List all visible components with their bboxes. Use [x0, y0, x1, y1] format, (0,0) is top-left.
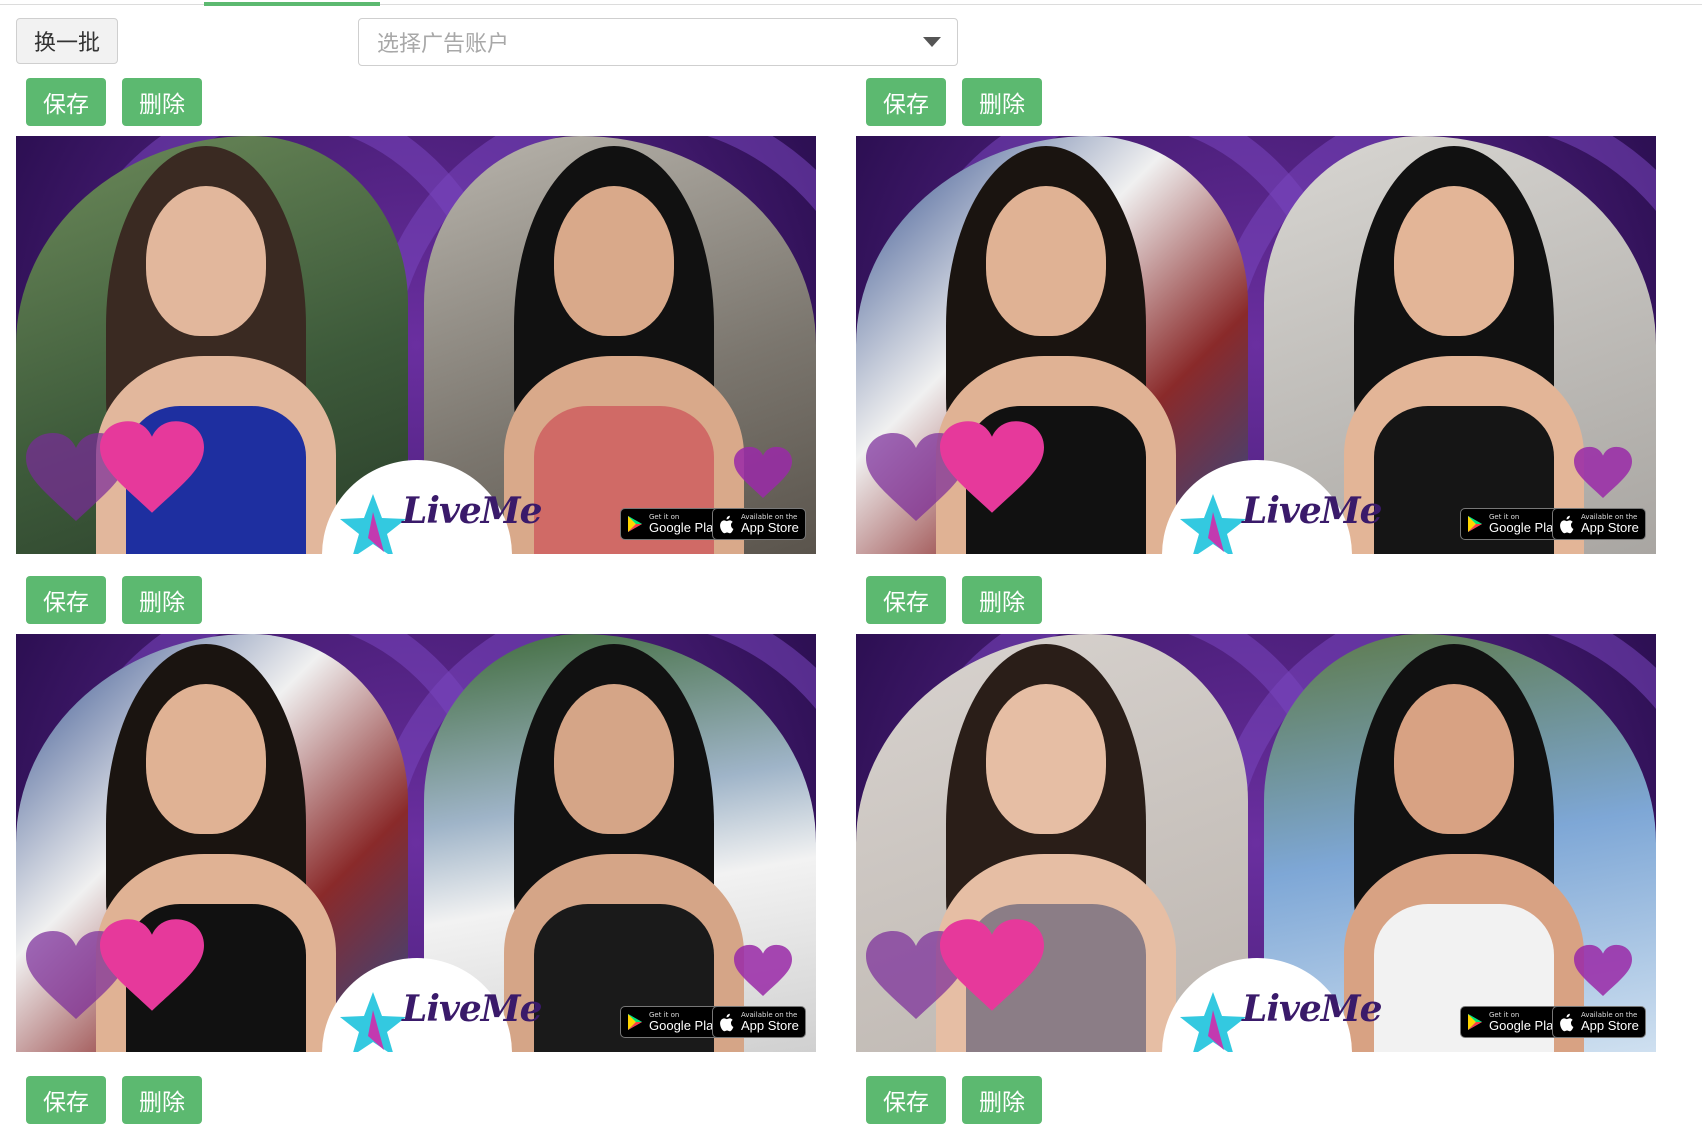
google-play-icon — [625, 1012, 645, 1032]
ad-creative: LiveMe Get it on Google Play Available on… — [856, 634, 1656, 1052]
photo-face — [986, 186, 1106, 336]
apple-icon — [1557, 1012, 1577, 1032]
google-badge-title: Google Play — [649, 520, 720, 535]
photo-face — [554, 186, 674, 336]
ad-creative: LiveMe Get it on Google Play Available on… — [16, 634, 816, 1052]
brand-logo-text: LiveMe — [402, 988, 543, 1030]
heart-icon — [940, 418, 1044, 518]
apple-badge-title: App Store — [1581, 520, 1639, 535]
save-button[interactable]: 保存 — [26, 576, 106, 624]
heart-icon — [734, 446, 792, 500]
ad-account-select[interactable]: 选择广告账户 — [358, 18, 958, 66]
google-badge-title: Google Play — [1489, 520, 1560, 535]
apple-icon — [717, 514, 737, 534]
brand-logo-text: LiveMe — [1242, 988, 1383, 1030]
photo-face — [1394, 684, 1514, 834]
delete-button[interactable]: 删除 — [962, 1076, 1042, 1124]
photo-face — [146, 186, 266, 336]
apple-icon — [1557, 514, 1577, 534]
google-play-icon — [1465, 514, 1485, 534]
save-button[interactable]: 保存 — [26, 1076, 106, 1124]
ad-creative: LiveMe Get it on Google Play Available on… — [16, 136, 816, 554]
ad-account-select-placeholder: 选择广告账户 — [377, 32, 510, 57]
apple-badge-title: App Store — [741, 520, 799, 535]
apple-icon — [717, 1012, 737, 1032]
apple-badge-title: App Store — [741, 1018, 799, 1033]
chevron-down-icon — [923, 37, 941, 47]
photo-face — [554, 684, 674, 834]
refresh-batch-button[interactable]: 换一批 — [16, 18, 118, 64]
google-play-badge[interactable]: Get it on Google Play — [620, 1006, 727, 1038]
google-play-badge[interactable]: Get it on Google Play — [1460, 1006, 1567, 1038]
delete-button[interactable]: 删除 — [962, 78, 1042, 126]
delete-button[interactable]: 删除 — [122, 1076, 202, 1124]
delete-button[interactable]: 删除 — [962, 576, 1042, 624]
star-icon — [1178, 990, 1248, 1052]
save-button[interactable]: 保存 — [866, 1076, 946, 1124]
app-store-badge[interactable]: Available on the App Store — [712, 508, 806, 540]
star-icon — [338, 492, 408, 554]
google-play-icon — [1465, 1012, 1485, 1032]
google-play-badge[interactable]: Get it on Google Play — [1460, 508, 1567, 540]
heart-icon — [1574, 446, 1632, 500]
heart-icon — [100, 916, 204, 1016]
google-play-icon — [625, 514, 645, 534]
save-button[interactable]: 保存 — [866, 78, 946, 126]
photo-face — [986, 684, 1106, 834]
brand-logo-text: LiveMe — [1242, 490, 1383, 532]
google-badge-title: Google Play — [649, 1018, 720, 1033]
brand-logo-text: LiveMe — [402, 490, 543, 532]
heart-icon — [100, 418, 204, 518]
app-store-badge[interactable]: Available on the App Store — [712, 1006, 806, 1038]
active-tab-indicator — [204, 2, 380, 6]
star-icon — [338, 990, 408, 1052]
save-button[interactable]: 保存 — [866, 576, 946, 624]
delete-button[interactable]: 删除 — [122, 78, 202, 126]
google-badge-title: Google Play — [1489, 1018, 1560, 1033]
photo-face — [1394, 186, 1514, 336]
heart-icon — [734, 944, 792, 998]
apple-badge-title: App Store — [1581, 1018, 1639, 1033]
google-play-badge[interactable]: Get it on Google Play — [620, 508, 727, 540]
heart-icon — [1574, 944, 1632, 998]
app-store-badge[interactable]: Available on the App Store — [1552, 1006, 1646, 1038]
photo-face — [146, 684, 266, 834]
app-store-badge[interactable]: Available on the App Store — [1552, 508, 1646, 540]
ad-creative: LiveMe Get it on Google Play Available on… — [856, 136, 1656, 554]
save-button[interactable]: 保存 — [26, 78, 106, 126]
delete-button[interactable]: 删除 — [122, 576, 202, 624]
heart-icon — [940, 916, 1044, 1016]
star-icon — [1178, 492, 1248, 554]
